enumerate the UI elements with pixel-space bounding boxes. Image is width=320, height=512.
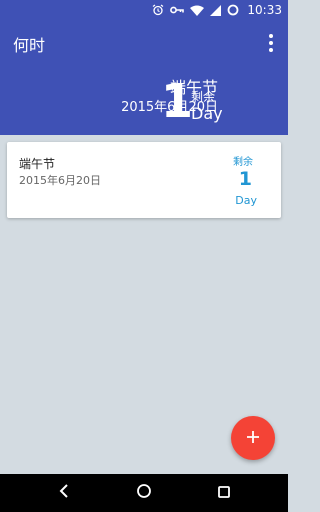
app-title: 何时 xyxy=(13,36,46,55)
wifi-icon xyxy=(190,5,205,16)
add-event-button[interactable] xyxy=(231,416,275,460)
signal-icon xyxy=(210,4,222,16)
battery-icon xyxy=(227,4,239,16)
key-icon xyxy=(170,5,185,15)
more-vert-icon[interactable] xyxy=(264,34,278,52)
hero-day-unit: Day xyxy=(191,104,223,123)
event-day-unit: Day xyxy=(235,194,257,207)
back-button[interactable] xyxy=(44,474,84,512)
back-icon xyxy=(58,483,70,503)
status-time: 10:33 xyxy=(247,3,282,17)
alarm-icon xyxy=(152,4,164,16)
event-title: 端午节 xyxy=(19,157,56,171)
home-button[interactable] xyxy=(124,474,164,512)
navigation-bar xyxy=(0,474,288,512)
recents-button[interactable] xyxy=(204,474,244,512)
recents-icon xyxy=(217,484,231,503)
event-days-count: 1 xyxy=(238,168,252,190)
home-icon xyxy=(136,483,152,503)
app-bar: 何时 端午节 2015年6月20日 1 剩余 Day xyxy=(0,20,288,135)
status-bar: 10:33 xyxy=(0,0,288,20)
status-icons: 10:33 xyxy=(152,0,282,20)
event-card[interactable]: 端午节 2015年6月20日 剩余 1 Day xyxy=(7,142,281,218)
hero-days-count: 1 xyxy=(161,74,194,128)
hero-remain-label: 剩余 xyxy=(191,90,216,104)
event-remain-label: 剩余 xyxy=(233,157,253,168)
event-date: 2015年6月20日 xyxy=(19,174,101,187)
add-icon xyxy=(246,429,260,448)
